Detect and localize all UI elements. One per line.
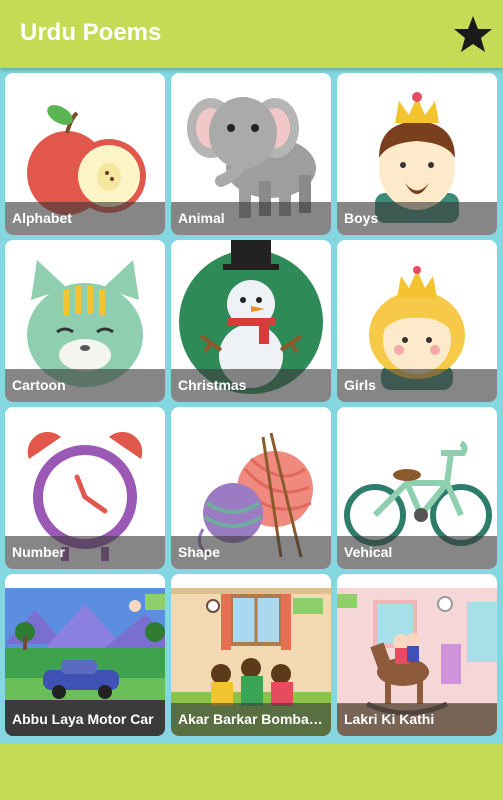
category-label: Number: [12, 544, 65, 560]
poem-label: Akar Barkar Bombay Bo: [178, 711, 327, 727]
category-label: Cartoon: [12, 377, 66, 393]
category-card-alphabet[interactable]: Alphabet: [5, 73, 165, 235]
poem-card-akar-barkar[interactable]: Akar Barkar Bombay Bo: [171, 574, 331, 736]
category-label: Christmas: [178, 377, 247, 393]
category-label: Alphabet: [12, 210, 72, 226]
app-bar: Urdu Poems: [0, 0, 503, 68]
category-card-boys[interactable]: Boys: [337, 73, 497, 235]
category-label: Girls: [344, 377, 376, 393]
category-label: Animal: [178, 210, 225, 226]
category-label: Shape: [178, 544, 221, 560]
category-card-vehical[interactable]: Vehical: [337, 407, 497, 569]
category-card-christmas[interactable]: Christmas: [171, 240, 331, 402]
app-title: Urdu Poems: [20, 19, 162, 46]
bottom-banner-area: [0, 744, 503, 800]
category-label: Vehical: [344, 544, 393, 560]
poem-label: Abbu Laya Motor Car: [12, 711, 154, 727]
poem-label: Lakri Ki Kathi: [344, 711, 435, 727]
category-card-number[interactable]: Number: [5, 407, 165, 569]
poem-card-lakri-ki-kathi[interactable]: Lakri Ki Kathi: [337, 574, 497, 736]
poem-card-abbu-laya-motor-car[interactable]: Abbu Laya Motor Car: [5, 574, 165, 736]
category-card-shape[interactable]: Shape: [171, 407, 331, 569]
category-grid: Alphabet Animal Boys Cartoon Christmas G…: [0, 68, 503, 744]
star-icon[interactable]: [452, 14, 494, 54]
category-label: Boys: [344, 210, 379, 226]
category-card-girls[interactable]: Girls: [337, 240, 497, 402]
category-card-cartoon[interactable]: Cartoon: [5, 240, 165, 402]
category-card-animal[interactable]: Animal: [171, 73, 331, 235]
